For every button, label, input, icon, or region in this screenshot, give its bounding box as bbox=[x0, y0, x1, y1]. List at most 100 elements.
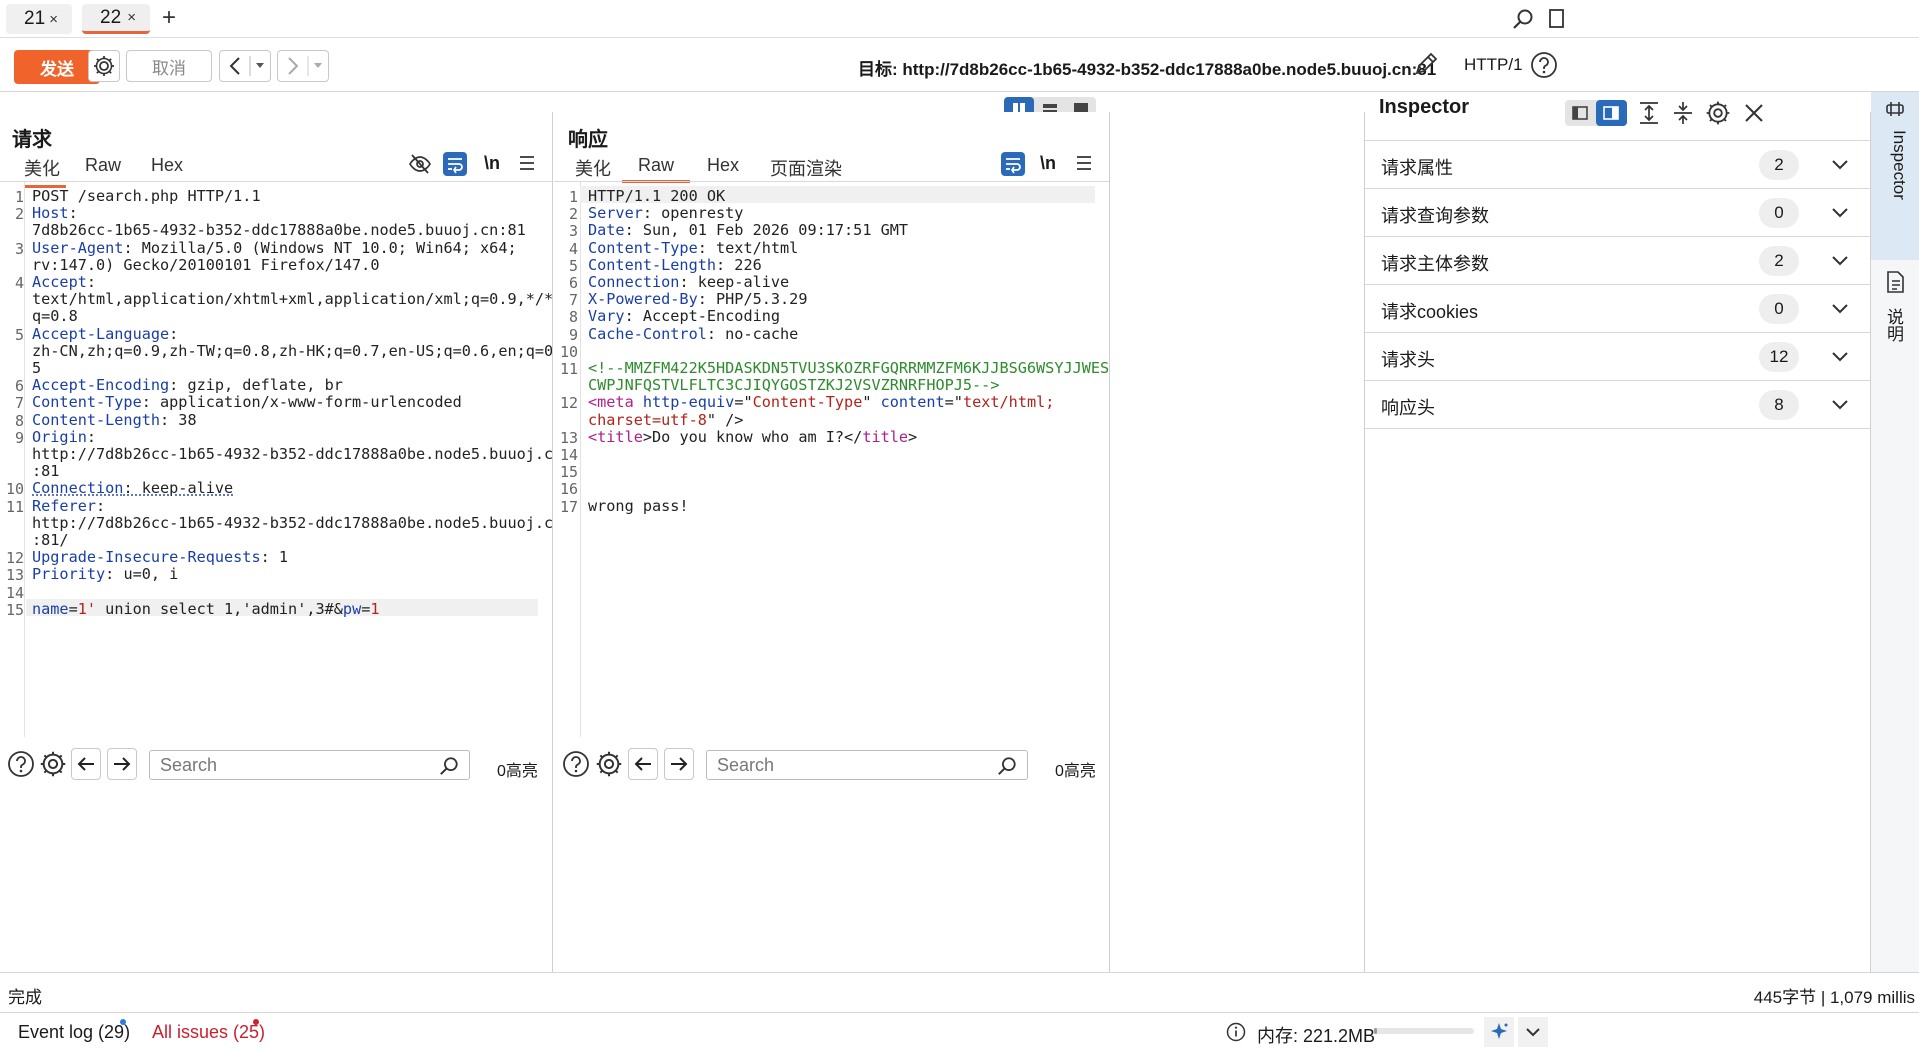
inspector-row[interactable]: 请求主体参数 2 bbox=[1365, 237, 1871, 285]
forward-history-button[interactable] bbox=[277, 50, 329, 82]
search-icon bbox=[440, 757, 458, 775]
help-icon[interactable] bbox=[1530, 51, 1558, 79]
show-newlines-button[interactable]: \n bbox=[484, 153, 500, 174]
tab-raw[interactable]: Raw bbox=[85, 155, 121, 176]
code-token: wrong pass! bbox=[588, 496, 689, 515]
edit-target-icon[interactable] bbox=[1412, 50, 1440, 78]
next-match-button[interactable] bbox=[664, 748, 694, 780]
line-number: 1 bbox=[14, 188, 24, 206]
code-token: " bbox=[862, 393, 881, 412]
line-number: 17 bbox=[559, 497, 578, 516]
wrap-lines-icon[interactable] bbox=[1001, 152, 1025, 176]
line-number: 15 bbox=[5, 600, 24, 619]
inspector-row[interactable]: 响应头 8 bbox=[1365, 381, 1871, 429]
event-log-link[interactable]: Event log (29) bbox=[18, 1022, 130, 1043]
request-editor[interactable]: 1 POST /search.php HTTP/1.1 2 Host: 7d8b26cc… bbox=[0, 181, 552, 737]
tab-22[interactable]: 22 × bbox=[82, 4, 150, 34]
line-number: 7 bbox=[568, 291, 578, 310]
protocol-label[interactable]: HTTP/1 bbox=[1464, 55, 1523, 75]
inspector-row-label: 请求cookies bbox=[1381, 302, 1479, 322]
cancel-button[interactable]: 取消 bbox=[126, 50, 212, 82]
response-editor[interactable]: 1 HTTP/1.1 200 OK 2 Server: openresty 3 Date:… bbox=[554, 181, 1109, 737]
code-token: pw bbox=[342, 599, 362, 618]
new-tab-button[interactable]: + bbox=[162, 4, 176, 32]
settings-button[interactable] bbox=[88, 50, 120, 82]
inspector-row-label: 请求属性 bbox=[1381, 158, 1453, 178]
status-text: 完成 bbox=[8, 988, 42, 1007]
tab-label: 21 bbox=[24, 8, 46, 29]
code-token: >Do you know who am I?</ bbox=[642, 427, 863, 446]
line-number: 3 bbox=[568, 222, 578, 241]
inspector-row[interactable]: 请求属性 2 bbox=[1365, 141, 1871, 189]
back-history-button[interactable] bbox=[219, 50, 271, 82]
gear-icon[interactable] bbox=[595, 750, 625, 780]
menu-icon[interactable] bbox=[518, 154, 536, 172]
inspector-icon bbox=[1886, 102, 1904, 116]
tab-pretty[interactable]: 美化 bbox=[575, 155, 611, 181]
code-line: Cache-Control: no-cache bbox=[588, 324, 798, 345]
tab-hex[interactable]: Hex bbox=[151, 155, 183, 176]
line-number: 13 bbox=[559, 428, 578, 447]
menu-icon[interactable] bbox=[1075, 154, 1093, 172]
response-search-input[interactable]: Search bbox=[706, 750, 1028, 780]
tab-render[interactable]: 页面渲染 bbox=[770, 155, 842, 181]
next-match-button[interactable] bbox=[107, 748, 137, 780]
code-line: zh-CN,zh;q=0.9,zh-TW;q=0.8,zh-HK;q=0.7,e… bbox=[32, 341, 552, 362]
tab-strip: 21 × 22 × + bbox=[0, 0, 1919, 38]
line-number: 4 bbox=[14, 274, 24, 292]
close-icon[interactable] bbox=[1743, 102, 1765, 124]
chevron-down-icon[interactable] bbox=[1831, 351, 1849, 363]
code-token: title bbox=[862, 427, 909, 446]
code-token: Priority bbox=[32, 565, 106, 584]
maximize-icon[interactable] bbox=[1548, 8, 1566, 30]
inspector-row[interactable]: 请求头 12 bbox=[1365, 333, 1871, 381]
info-icon bbox=[1226, 1022, 1246, 1042]
close-icon[interactable]: × bbox=[49, 11, 58, 28]
side-tab-inspector[interactable]: Inspector bbox=[1871, 92, 1919, 260]
chevron-down-icon[interactable] bbox=[1518, 1017, 1548, 1047]
chevron-down-icon[interactable] bbox=[1831, 159, 1849, 171]
inspector-row[interactable]: 请求查询参数 0 bbox=[1365, 189, 1871, 237]
wrap-lines-icon[interactable] bbox=[443, 152, 467, 176]
search-icon[interactable] bbox=[1512, 8, 1534, 30]
code-token: > bbox=[908, 427, 918, 446]
chevron-down-icon[interactable] bbox=[1831, 207, 1849, 219]
line-number: 6 bbox=[14, 377, 24, 396]
tab-raw[interactable]: Raw bbox=[622, 155, 690, 183]
arrow-right-icon bbox=[671, 757, 688, 771]
count-badge: 0 bbox=[1759, 198, 1799, 228]
chevron-down-icon[interactable] bbox=[1831, 255, 1849, 267]
chevron-down-icon[interactable] bbox=[1831, 303, 1849, 315]
help-icon[interactable] bbox=[562, 750, 592, 780]
code-token: text/html; bbox=[962, 393, 1055, 412]
line-number: 10 bbox=[5, 480, 24, 499]
highlight-count: 0高亮 bbox=[1055, 763, 1096, 780]
side-tab-notes[interactable]: 说明 bbox=[1871, 262, 1919, 372]
layout-right-icon[interactable] bbox=[1596, 100, 1627, 126]
tab-21[interactable]: 21 × bbox=[6, 4, 72, 34]
gear-icon[interactable] bbox=[1705, 100, 1731, 126]
code-token: <title bbox=[588, 427, 643, 446]
expand-all-icon[interactable] bbox=[1637, 100, 1661, 126]
code-line: wrong pass! bbox=[588, 496, 689, 517]
code-token: =" bbox=[944, 393, 963, 412]
inspector-layout-toggle bbox=[1565, 100, 1627, 126]
layout-left-icon[interactable] bbox=[1565, 100, 1595, 126]
close-icon[interactable]: × bbox=[127, 9, 136, 26]
chevron-down-icon[interactable] bbox=[1831, 399, 1849, 411]
all-issues-link[interactable]: All issues (25) bbox=[152, 1022, 265, 1043]
ai-assist-icon[interactable] bbox=[1484, 1017, 1514, 1047]
request-search-input[interactable]: Search bbox=[149, 750, 470, 780]
previous-match-button[interactable] bbox=[71, 748, 101, 780]
tab-hex[interactable]: Hex bbox=[707, 155, 739, 176]
help-icon[interactable] bbox=[7, 750, 37, 780]
inspector-row[interactable]: 请求cookies 0 bbox=[1365, 285, 1871, 333]
inspector-row-label: 请求头 bbox=[1381, 350, 1435, 370]
previous-match-button[interactable] bbox=[628, 748, 658, 780]
hide-nonprintable-icon[interactable] bbox=[408, 152, 432, 176]
collapse-all-icon[interactable] bbox=[1671, 100, 1695, 126]
line-number: 13 bbox=[5, 566, 24, 585]
gear-icon[interactable] bbox=[39, 750, 69, 780]
show-newlines-button[interactable]: \n bbox=[1040, 153, 1056, 174]
target-label[interactable]: 目标: http://7d8b26cc-1b65-4932-b352-ddc17… bbox=[858, 55, 1436, 80]
